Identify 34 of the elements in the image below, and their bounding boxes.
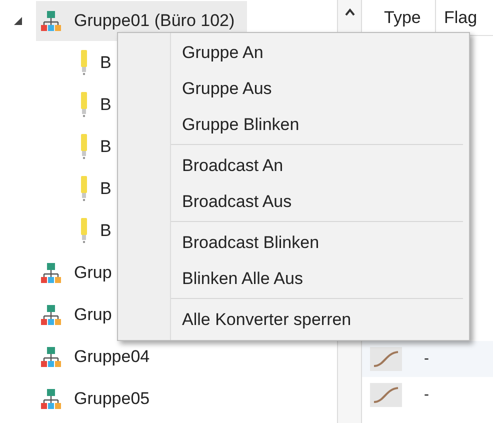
- menu-item[interactable]: Blinken Alle Aus: [171, 261, 463, 297]
- tree-item[interactable]: B: [76, 211, 124, 251]
- tree-item[interactable]: B: [76, 169, 124, 209]
- table-cell-text: -: [424, 348, 429, 369]
- expand-arrow-icon[interactable]: [14, 17, 22, 25]
- tree-item[interactable]: B: [76, 85, 124, 125]
- tree-item[interactable]: Gruppe05: [36, 379, 162, 419]
- lamp-icon: [80, 50, 88, 76]
- tree-item[interactable]: Gruppe04: [36, 337, 162, 377]
- lamp-icon: [80, 218, 88, 244]
- tree-item[interactable]: Grup: [36, 253, 124, 293]
- network-icon: [40, 304, 62, 326]
- lamp-icon: [80, 134, 88, 160]
- network-icon: [40, 10, 62, 32]
- menu-item[interactable]: Broadcast An: [171, 148, 463, 184]
- network-icon: [40, 346, 62, 368]
- menu-item[interactable]: Gruppe Blinken: [171, 107, 463, 143]
- network-icon: [40, 388, 62, 410]
- network-icon: [40, 262, 62, 284]
- curve-icon: [370, 383, 402, 407]
- menu-item[interactable]: Alle Konverter sperren: [171, 302, 463, 338]
- table-cell-text: -: [424, 384, 429, 405]
- menu-item[interactable]: Broadcast Blinken: [171, 225, 463, 261]
- tree-item[interactable]: B: [76, 43, 124, 83]
- menu-item[interactable]: Broadcast Aus: [171, 184, 463, 220]
- tree-item[interactable]: B: [76, 127, 124, 167]
- menu-item[interactable]: Gruppe Aus: [171, 71, 463, 107]
- scroll-up-icon[interactable]: [344, 8, 354, 16]
- lamp-icon: [80, 176, 88, 202]
- column-header[interactable]: Flag: [436, 0, 486, 35]
- curve-icon: [370, 347, 402, 371]
- tree-item[interactable]: Grup: [36, 295, 124, 335]
- lamp-icon: [80, 92, 88, 118]
- table-row[interactable]: -: [362, 341, 493, 377]
